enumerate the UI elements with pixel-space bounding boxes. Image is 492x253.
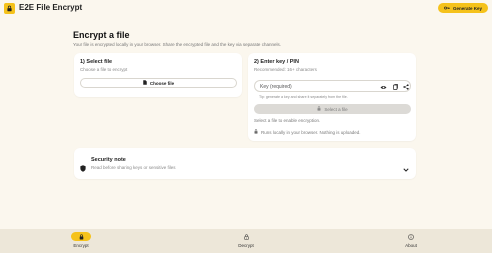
share-icon[interactable] <box>402 83 410 91</box>
page-subtitle: Your file is encrypted locally in your b… <box>73 42 281 47</box>
nav-item-decrypt[interactable]: Decrypt <box>216 232 276 252</box>
lock-icon <box>4 3 15 14</box>
security-note-subtitle: Read before sharing keys or sensitive fi… <box>91 165 176 170</box>
key-tip: Tip: generate a key and share it separat… <box>259 95 348 99</box>
app-title: E2E File Encrypt <box>19 3 83 12</box>
chevron-down-icon[interactable] <box>403 159 409 177</box>
select-file-label: Select a file <box>324 106 348 112</box>
app-header: E2E File Encrypt Generate Key <box>0 0 492 17</box>
lock-icon <box>71 232 91 241</box>
nav-item-encrypt[interactable]: Encrypt <box>51 232 111 252</box>
nav-label-decrypt: Decrypt <box>238 243 254 248</box>
key-card: 2) Enter key / PIN Recommended: 16+ char… <box>248 53 416 141</box>
local-note: Runs locally in your browser. Nothing is… <box>254 129 361 135</box>
file-icon <box>143 80 147 86</box>
lock-icon <box>317 106 321 112</box>
security-note-card[interactable]: Security note Read before sharing keys o… <box>74 148 416 179</box>
key-card-title: 2) Enter key / PIN <box>254 59 299 65</box>
info-icon <box>401 232 421 241</box>
unlock-icon <box>236 232 256 241</box>
bottom-nav: Encrypt Decrypt About <box>0 229 492 253</box>
key-card-subtitle: Recommended: 16+ characters <box>254 67 317 72</box>
page-title: Encrypt a file <box>73 30 130 40</box>
local-note-text: Runs locally in your browser. Nothing is… <box>261 129 361 135</box>
nav-label-encrypt: Encrypt <box>73 243 89 248</box>
encryption-hint: Select a file to enable encryption. <box>254 118 321 123</box>
generate-key-label: Generate Key <box>452 5 482 11</box>
copy-icon[interactable] <box>391 83 399 91</box>
key-icon <box>444 6 450 11</box>
nav-label-about: About <box>405 243 417 248</box>
choose-file-label: Choose file <box>149 80 175 86</box>
select-file-subtitle: Choose a file to encrypt <box>80 67 128 72</box>
eye-icon[interactable] <box>379 83 387 91</box>
nav-item-about[interactable]: About <box>381 232 441 252</box>
key-field <box>254 80 411 92</box>
select-file-title: 1) Select file <box>80 59 113 65</box>
select-file-card: 1) Select file Choose a file to encrypt … <box>74 53 242 97</box>
key-input[interactable] <box>260 83 370 91</box>
lock-icon <box>254 129 258 135</box>
security-note-title: Security note <box>91 157 126 163</box>
select-file-button[interactable]: Select a file <box>254 104 411 114</box>
shield-icon <box>80 159 86 177</box>
generate-key-button[interactable]: Generate Key <box>438 3 488 13</box>
choose-file-button[interactable]: Choose file <box>80 78 237 88</box>
